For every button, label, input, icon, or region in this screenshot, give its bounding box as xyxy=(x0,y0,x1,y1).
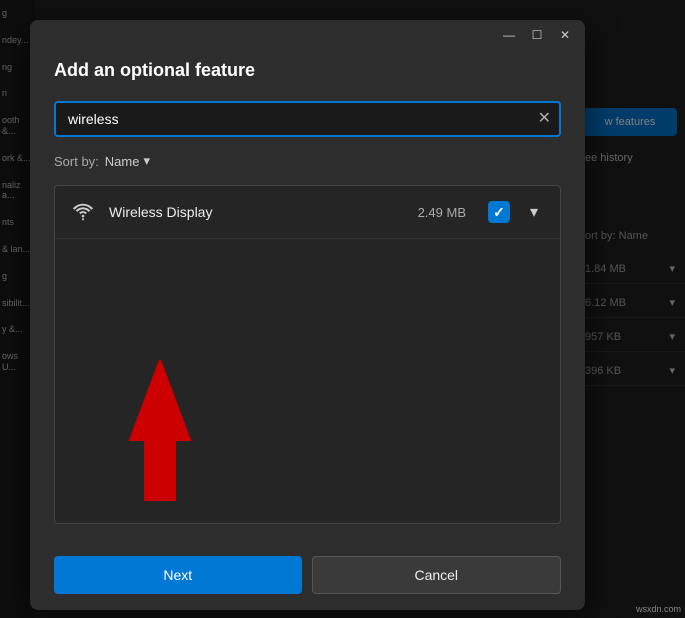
sort-row: Sort by: Name ▾ xyxy=(54,153,561,169)
modal-content: Add an optional feature ✕ Sort by: Name … xyxy=(30,50,585,544)
wireless-display-icon xyxy=(72,201,94,223)
modal-title: Add an optional feature xyxy=(54,60,561,81)
modal-titlebar: — ☐ ✕ xyxy=(30,20,585,50)
sort-label: Sort by: xyxy=(54,154,99,169)
watermark: wsxdn.com xyxy=(636,604,681,614)
minimize-button[interactable]: — xyxy=(495,24,523,46)
search-input[interactable] xyxy=(54,101,561,137)
cancel-button[interactable]: Cancel xyxy=(312,556,562,594)
feature-name: Wireless Display xyxy=(109,204,406,220)
sort-value: Name xyxy=(105,154,140,169)
close-button[interactable]: ✕ xyxy=(551,24,579,46)
feature-size: 2.49 MB xyxy=(418,205,466,220)
next-button[interactable]: Next xyxy=(54,556,302,594)
feature-icon xyxy=(69,198,97,226)
search-clear-button[interactable]: ✕ xyxy=(538,111,551,127)
feature-checkbox[interactable]: ✓ xyxy=(488,201,510,223)
modal-footer: Next Cancel xyxy=(30,544,585,610)
feature-expand-button[interactable]: ▾ xyxy=(522,200,546,224)
modal-overlay: — ☐ ✕ Add an optional feature ✕ Sort by:… xyxy=(0,0,685,618)
checkmark-icon: ✓ xyxy=(493,205,505,219)
sort-button[interactable]: Name ▾ xyxy=(105,153,150,169)
maximize-button[interactable]: ☐ xyxy=(523,24,551,46)
chevron-down-icon: ▾ xyxy=(143,153,150,169)
feature-list: Wireless Display 2.49 MB ✓ ▾ xyxy=(54,185,561,524)
add-optional-feature-dialog: — ☐ ✕ Add an optional feature ✕ Sort by:… xyxy=(30,20,585,610)
search-wrapper: ✕ xyxy=(54,101,561,137)
feature-item-wireless-display[interactable]: Wireless Display 2.49 MB ✓ ▾ xyxy=(55,186,560,239)
